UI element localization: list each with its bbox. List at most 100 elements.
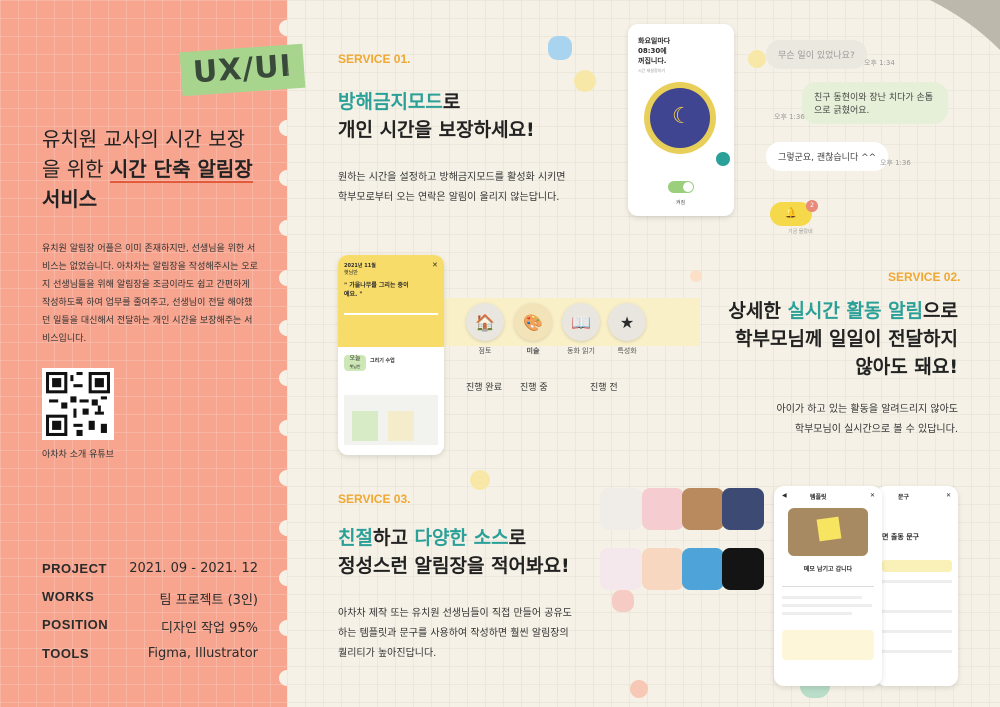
step-art-icon[interactable]: 🎨 bbox=[514, 303, 552, 341]
phone-text: 꺼집니다. bbox=[638, 57, 667, 65]
decor-circle bbox=[470, 470, 490, 490]
dnd-schedule-text: 화요일마다 08:30에 꺼집니다. bbox=[638, 36, 670, 66]
today-badge: 오늘 햇님반 bbox=[344, 355, 366, 371]
activity-phone-mockup: 2021년 11월 햇님반 ✕ " 가을나무를 그리는 중이에요. " 오늘 햇님… bbox=[338, 255, 444, 455]
phrase-item[interactable] bbox=[882, 610, 952, 613]
stage-pending: 진행 전 bbox=[590, 383, 618, 393]
stage-done: 진행 완료 bbox=[466, 383, 502, 393]
template-thumb[interactable] bbox=[642, 548, 684, 590]
template-thumb[interactable] bbox=[642, 488, 684, 530]
meta-value: 팀 프로젝트 (3인) bbox=[159, 593, 258, 608]
service2-body: 아이가 하고 있는 활동을 알려드리지 않아도 학부모님이 실시간으로 볼 수 … bbox=[720, 400, 959, 440]
phrase-item-selected[interactable] bbox=[882, 560, 952, 572]
heading-text: 으로 bbox=[923, 300, 958, 322]
title-line-1: 유치원 교사의 시간 보장 bbox=[42, 127, 246, 151]
project-description: 유치원 알림장 어플은 이미 존재하지만, 선생님을 위한 서비스는 없었습니다… bbox=[42, 244, 258, 344]
close-icon[interactable]: ✕ bbox=[870, 492, 875, 499]
heading-highlight: 실시간 활동 알림 bbox=[787, 300, 924, 322]
dnd-toggle[interactable] bbox=[668, 181, 694, 193]
step-label: 특성화 bbox=[617, 347, 637, 355]
chat-bubble-outgoing: 친구 동현이와 장난 치다가 손톱으로 긁혔어요. bbox=[802, 82, 948, 124]
meta-project: PROJECT 2021. 09 - 2021. 12 bbox=[42, 561, 258, 576]
flower-icon bbox=[612, 590, 634, 612]
template-phone-mockup: ◀ 템플릿 ✕ 메모 남기고 갑니다 bbox=[774, 486, 882, 686]
chat-time: 오후 1:36 bbox=[880, 159, 911, 167]
step-clay-icon[interactable]: 🏠 bbox=[466, 303, 504, 341]
body-line: 퀄리티가 높아진답니다. bbox=[338, 648, 437, 659]
phrase-item[interactable] bbox=[882, 580, 952, 583]
service1-heading: 방해금지모드로 개인 시간을 보장하세요! bbox=[338, 88, 578, 144]
template-preview bbox=[788, 508, 868, 556]
meta-tools: TOOLS Figma, Illustrator bbox=[42, 646, 258, 661]
body-line: 학부모로부터 오는 연락은 알림이 울리지 않는답니다. bbox=[338, 192, 560, 203]
body-line: 아차차 제작 또는 유치원 선생님들이 직접 만들어 공유도 bbox=[338, 608, 572, 619]
reset-time-link[interactable]: 시간 재설정하기 bbox=[638, 68, 665, 74]
service2-heading-line2: 학부모님께 일일이 전달하지 bbox=[735, 328, 958, 350]
phone-text: 08:30에 bbox=[638, 47, 667, 55]
notification-badge: 2 bbox=[806, 200, 818, 212]
service3-heading-line2: 정성스런 알림장을 적어봐요! bbox=[338, 555, 570, 577]
heading-text: 상세한 bbox=[728, 300, 788, 322]
tip-box bbox=[782, 630, 874, 660]
close-icon[interactable]: ✕ bbox=[432, 261, 438, 269]
timetable-cell bbox=[352, 411, 378, 441]
template-thumb[interactable] bbox=[722, 548, 764, 590]
body-line: 학부모님이 실시간으로 볼 수 있답니다. bbox=[794, 424, 958, 435]
meta-position: POSITION 디자인 작업 95% bbox=[42, 617, 258, 636]
chat-time: 오후 1:36 bbox=[774, 113, 805, 121]
text-line bbox=[782, 596, 862, 599]
timetable-cell bbox=[388, 411, 414, 441]
template-thumb[interactable] bbox=[682, 488, 724, 530]
chat-time: 오후 1:34 bbox=[864, 59, 895, 67]
template-thumb[interactable] bbox=[600, 488, 642, 530]
body-line: 하는 템플릿과 문구를 사용하여 작성하면 훨씬 알림장의 bbox=[338, 628, 569, 639]
template-thumb[interactable] bbox=[600, 548, 642, 590]
step-reading-icon[interactable]: 📖 bbox=[562, 303, 600, 341]
close-icon[interactable]: ✕ bbox=[946, 492, 951, 499]
service1-label: SERVICE 01. bbox=[338, 52, 411, 66]
stage-current: 진행 중 bbox=[520, 383, 548, 393]
alarm-icon[interactable] bbox=[716, 152, 730, 166]
heading-highlight: 친절 bbox=[338, 527, 373, 549]
step-label: 동화 읽기 bbox=[567, 347, 595, 355]
heading-text: 로 bbox=[508, 527, 527, 549]
phrase-item[interactable] bbox=[882, 650, 952, 653]
step-label: 점토 bbox=[478, 347, 492, 355]
phrase-heading: 면 출동 문구 bbox=[882, 533, 920, 541]
meta-value: 디자인 작업 95% bbox=[161, 621, 258, 636]
service1-heading-line2: 개인 시간을 보장하세요! bbox=[338, 119, 535, 141]
template-thumb[interactable] bbox=[722, 488, 764, 530]
title-line-3: 서비스 bbox=[42, 184, 253, 214]
service3-heading: 친절하고 다양한 소스로 정성스런 알림장을 적어봐요! bbox=[338, 524, 598, 580]
title-line-2: 을 위한 시간 단축 알림장 bbox=[42, 154, 253, 184]
decor-circle bbox=[748, 50, 766, 68]
text-line bbox=[782, 612, 852, 615]
service2-heading-line3: 않아도 돼요! bbox=[855, 356, 958, 378]
title-service: 서비스 bbox=[42, 187, 98, 211]
service2-heading-line1: 상세한 실시간 활동 알림으로 bbox=[700, 297, 958, 325]
dnd-phone-mockup: 화요일마다 08:30에 꺼집니다. 시간 재설정하기 ☾ 켜짐 bbox=[628, 24, 734, 216]
mini-progress bbox=[344, 313, 438, 315]
chat-footer: 기금 몰랐네 bbox=[788, 229, 813, 235]
step-special-icon[interactable]: ★ bbox=[608, 303, 646, 341]
chat-bubble-incoming: 그렇군요, 괜찮습니다 ^^ bbox=[766, 142, 889, 171]
meta-key: WORKS bbox=[42, 589, 95, 604]
heading-highlight: 다양한 소스 bbox=[414, 527, 509, 549]
meta-key: TOOLS bbox=[42, 646, 90, 661]
template-title: 템플릿 bbox=[810, 494, 827, 501]
heading-highlight: 방해금지모드 bbox=[338, 91, 443, 113]
phone-class: 햇님반 bbox=[344, 270, 358, 276]
service1-heading-line1: 방해금지모드로 bbox=[338, 88, 578, 116]
meta-value: 2021. 09 - 2021. 12 bbox=[129, 561, 258, 576]
meta-works: WORKS 팀 프로젝트 (3인) bbox=[42, 589, 258, 608]
qr-code[interactable] bbox=[42, 368, 114, 440]
back-icon[interactable]: ◀ bbox=[782, 492, 787, 499]
qr-icon bbox=[46, 372, 110, 436]
template-thumb[interactable] bbox=[682, 548, 724, 590]
phrase-item[interactable] bbox=[882, 630, 952, 633]
chat-bubble-incoming: 무슨 일이 있었나요? bbox=[766, 40, 867, 69]
toggle-label: 켜짐 bbox=[676, 200, 686, 206]
service1-body: 원하는 시간을 설정하고 방해금지모드를 활성화 시키면 학부모로부터 오는 연… bbox=[338, 168, 588, 208]
heading-text: 로 bbox=[442, 91, 461, 113]
title-bold: 시간 단축 알림장 bbox=[109, 157, 253, 183]
